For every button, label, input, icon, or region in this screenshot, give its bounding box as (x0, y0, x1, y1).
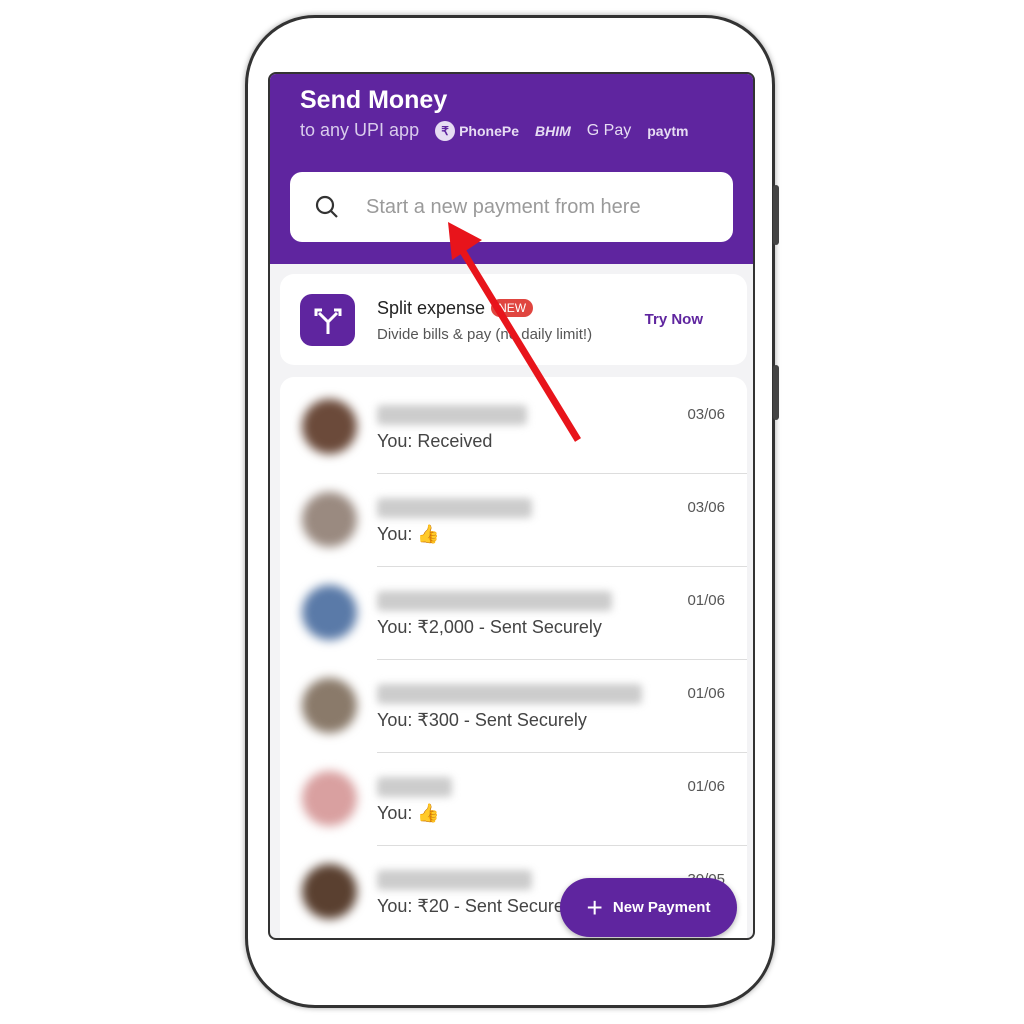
chat-row[interactable]: You: ₹2,000 - Sent Securely 01/06 (280, 567, 747, 660)
chat-list: You: Received 03/06 You: 👍 03/06 You: ₹2… (280, 377, 747, 939)
avatar (302, 771, 357, 826)
subtitle-text: to any UPI app (300, 120, 420, 140)
divider (377, 938, 747, 939)
volume-button (773, 185, 779, 245)
last-message: You: ₹2,000 - Sent Securely (377, 617, 602, 637)
chat-row[interactable]: You: Received 03/06 (280, 381, 747, 474)
chat-row[interactable]: You: 👍 03/06 (280, 474, 747, 567)
page-title: Send Money (300, 86, 448, 114)
try-now-button[interactable]: Try Now (645, 311, 703, 328)
contact-name-blurred (377, 684, 642, 704)
message-date: 03/06 (687, 499, 725, 516)
chat-row[interactable]: You: 👍 01/06 (280, 753, 747, 846)
phonepe-logo: ₹ PhonePe (435, 120, 519, 141)
screen: Send Money to any UPI app ₹ PhonePe BHIM … (268, 72, 755, 940)
split-icon (300, 294, 355, 346)
avatar (302, 864, 357, 919)
promo-subtitle: Divide bills & pay (no daily limit!) (377, 326, 593, 343)
gpay-logo: G Pay (586, 121, 632, 139)
search-bar[interactable] (290, 172, 733, 242)
upi-subtitle: to any UPI app ₹ PhonePe BHIM G Pay paytm (300, 120, 688, 141)
promo-title: Split expense NEW (377, 298, 534, 319)
bhim-logo: BHIM (534, 122, 571, 139)
last-message: You: ₹300 - Sent Securely (377, 710, 587, 730)
last-message: You: Received (377, 431, 493, 451)
contact-name-blurred (377, 591, 612, 611)
avatar (302, 678, 357, 733)
message-date: 01/06 (687, 592, 725, 609)
contact-name-blurred (377, 405, 527, 425)
search-input[interactable] (366, 195, 706, 219)
message-date: 01/06 (687, 778, 725, 795)
message-date: 03/06 (687, 406, 725, 423)
message-date: 01/06 (687, 685, 725, 702)
split-expense-card[interactable]: Split expense NEW Divide bills & pay (no … (280, 274, 747, 365)
chat-row[interactable]: You: ₹300 - Sent Securely 01/06 (280, 660, 747, 753)
new-payment-button[interactable]: + New Payment (560, 878, 737, 937)
last-message: You: 👍 (377, 524, 440, 544)
new-badge: NEW (491, 299, 534, 317)
search-icon (315, 195, 338, 218)
power-button (773, 365, 779, 420)
plus-icon: + (586, 891, 603, 923)
avatar (302, 492, 357, 547)
contact-name-blurred (377, 777, 452, 797)
last-message: You: 👍 (377, 803, 440, 823)
last-message: You: ₹20 - Sent Securely (377, 896, 577, 916)
contact-name-blurred (377, 870, 532, 890)
paytm-logo: paytm (647, 122, 689, 139)
avatar (302, 585, 357, 640)
avatar (302, 399, 357, 454)
header: Send Money to any UPI app ₹ PhonePe BHIM … (270, 74, 753, 264)
contact-name-blurred (377, 498, 532, 518)
